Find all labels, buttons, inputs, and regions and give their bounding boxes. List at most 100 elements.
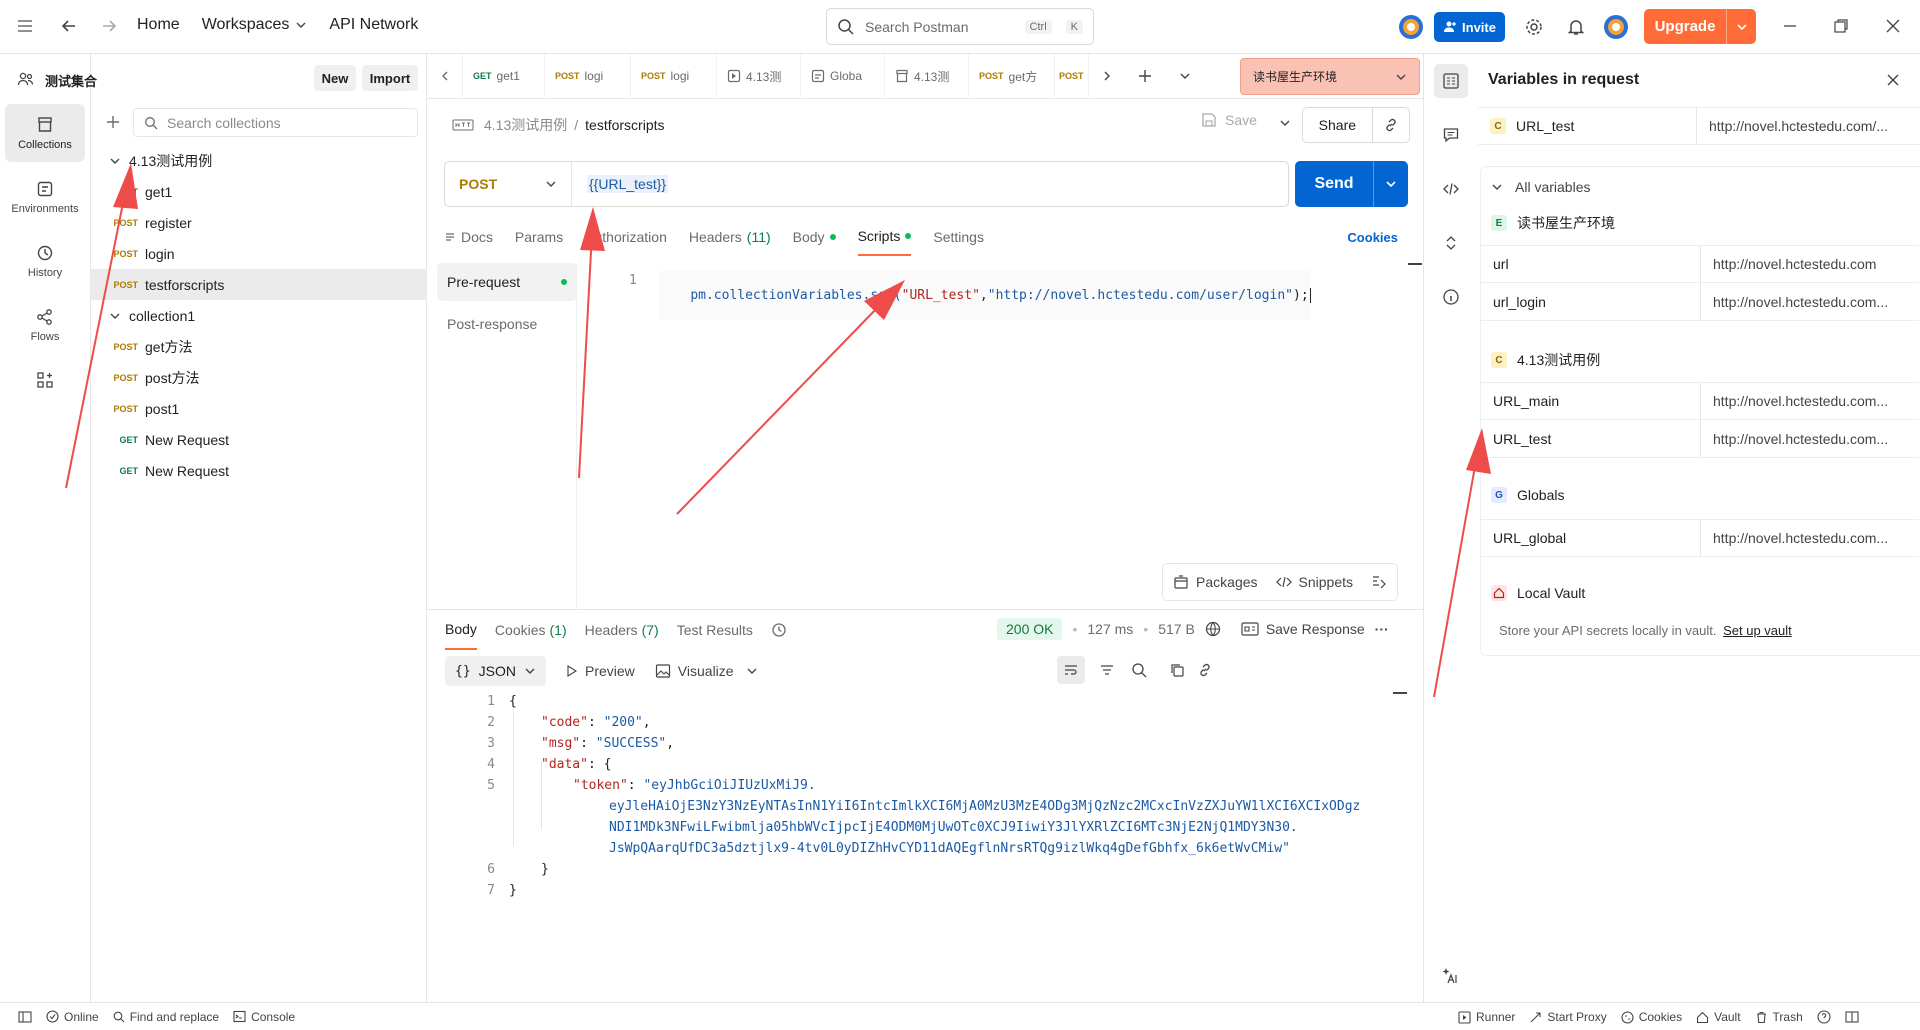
menu-icon[interactable] [16,17,34,35]
rail-configure[interactable] [5,360,85,400]
home-link[interactable]: Home [137,16,180,34]
response-tab-headers[interactable]: Headers (7) [585,610,659,650]
variables-panel-icon[interactable] [1434,64,1468,98]
response-format-select[interactable]: {} JSON [445,656,546,686]
response-tab-cookies[interactable]: Cookies (1) [495,610,567,650]
tab-item[interactable]: 4.13测 [717,53,801,99]
folder-row-collection1[interactable]: collection1 [91,300,427,331]
send-button[interactable]: Send [1295,161,1408,207]
upgrade-button[interactable]: Upgrade [1644,9,1756,44]
response-tab-test-results[interactable]: Test Results [677,610,753,650]
tabs-scroll-right-icon[interactable] [1089,54,1125,99]
variable-row[interactable]: URL_test http://novel.hctestedu.com... [1481,420,1919,458]
close-icon[interactable] [1885,18,1901,34]
find-replace-button[interactable]: Find and replace [113,1010,219,1024]
all-variables-toggle[interactable]: All variables [1491,179,1590,195]
variable-row[interactable]: url http://novel.hctestedu.com [1481,245,1919,283]
tab-headers[interactable]: Headers (11) [689,218,771,256]
tab-authorization[interactable]: Authorization [585,218,667,256]
tree-item-selected[interactable]: POST testforscripts [91,269,427,300]
tree-item[interactable]: POST login [91,238,427,269]
rail-collections[interactable]: Collections [5,104,85,162]
tab-item[interactable]: POST logi [631,53,717,99]
variable-row[interactable]: C URL_test http://novel.hctestedu.com/... [1478,107,1920,145]
tab-item[interactable]: POST [1055,53,1089,99]
forward-arrow-icon[interactable] [100,17,118,35]
link-icon[interactable] [1197,662,1213,678]
rail-environments[interactable]: Environments [5,168,85,226]
console-button[interactable]: Console [233,1010,295,1024]
save-response-button[interactable]: Save Response [1241,621,1365,637]
tree-item[interactable]: GET get1 [91,176,427,207]
avatar[interactable] [1398,14,1424,40]
post-response-tab[interactable]: Post-response [437,305,577,343]
copy-link-icon[interactable] [1371,108,1409,142]
start-proxy-button[interactable]: Start Proxy [1529,1010,1607,1024]
global-search[interactable]: Search Postman Ctrl K [826,8,1094,45]
response-body-viewer[interactable]: 1 { 2 "code": "200", 3 "msg": "SUCCESS",… [427,692,1407,992]
invite-button[interactable]: Invite [1434,12,1505,42]
tab-item[interactable]: GET get1 [463,53,545,99]
comments-icon[interactable] [1434,118,1468,152]
minimize-icon[interactable] [1782,18,1798,34]
tab-item[interactable]: POST get方 [969,53,1055,99]
response-tab-body[interactable]: Body [445,610,477,650]
tab-item[interactable]: POST logi [545,53,631,99]
close-panel-icon[interactable] [1886,73,1900,87]
method-select[interactable]: POST [445,162,572,206]
search-icon[interactable] [1131,662,1147,678]
tree-item[interactable]: POST post方法 [91,362,427,393]
ai-icon[interactable] [1434,959,1468,993]
pre-request-tab[interactable]: Pre-request [437,263,577,301]
online-status[interactable]: Online [46,1010,99,1024]
tab-item[interactable]: 4.13测 [885,53,969,99]
workspace-name[interactable]: 测试集合 [45,71,97,90]
layout-toggle-icon[interactable] [1845,1010,1859,1024]
trash-button[interactable]: Trash [1755,1010,1803,1024]
save-button[interactable]: Save [1201,112,1257,128]
code-snippet-icon[interactable] [1434,172,1468,206]
rail-flows[interactable]: Flows [5,296,85,354]
response-size[interactable]: 517 B [1158,621,1195,637]
api-network-link[interactable]: API Network [329,16,418,34]
folder-row-4-13[interactable]: 4.13测试用例 [91,145,427,176]
filter-icon[interactable] [1099,662,1115,678]
runner-button[interactable]: Runner [1458,1010,1515,1024]
new-tab-plus-icon[interactable] [1125,54,1165,99]
share-button[interactable]: Share [1302,107,1410,143]
vault-button[interactable]: Vault [1696,1010,1741,1024]
workspaces-menu[interactable]: Workspaces [202,16,308,34]
history-icon[interactable] [771,622,787,638]
save-options-chevron-icon[interactable] [1279,117,1291,129]
tree-item[interactable]: GET New Request [91,455,427,486]
snippets-button[interactable]: Snippets [1275,574,1353,590]
more-options-icon[interactable]: ··· [1375,621,1389,637]
chevron-down-icon[interactable] [746,665,758,677]
packages-button[interactable]: Packages [1173,574,1258,590]
tabs-scroll-left-icon[interactable] [427,53,463,99]
tree-item[interactable]: GET New Request [91,424,427,455]
profile-avatar[interactable] [1603,14,1629,40]
tab-item[interactable]: Globa [801,53,885,99]
tab-docs[interactable]: Docs [444,218,493,256]
bell-icon[interactable] [1566,17,1586,37]
tree-item[interactable]: POST register [91,207,427,238]
send-options-chevron-icon[interactable] [1373,161,1408,207]
environment-selector[interactable]: 读书屋生产环境 [1240,58,1420,95]
chevron-down-icon[interactable] [1726,9,1756,44]
formatter-icon[interactable] [1371,574,1387,590]
setup-vault-link[interactable]: Set up vault [1723,623,1792,638]
tree-item[interactable]: POST post1 [91,393,427,424]
toggle-sidebar-icon[interactable] [18,1010,32,1024]
tab-scripts[interactable]: Scripts [857,218,912,256]
status-code-badge[interactable]: 200 OK [997,618,1063,640]
add-collection-icon[interactable] [105,114,121,130]
tabs-overflow-chevron-icon[interactable] [1165,54,1205,99]
cookies-button[interactable]: Cookies [1621,1010,1682,1024]
tab-settings[interactable]: Settings [933,218,984,256]
help-icon[interactable] [1817,1010,1831,1024]
response-time[interactable]: 127 ms [1087,621,1133,637]
new-button[interactable]: New [314,65,356,91]
restore-icon[interactable] [1833,18,1849,34]
info-icon[interactable] [1434,280,1468,314]
